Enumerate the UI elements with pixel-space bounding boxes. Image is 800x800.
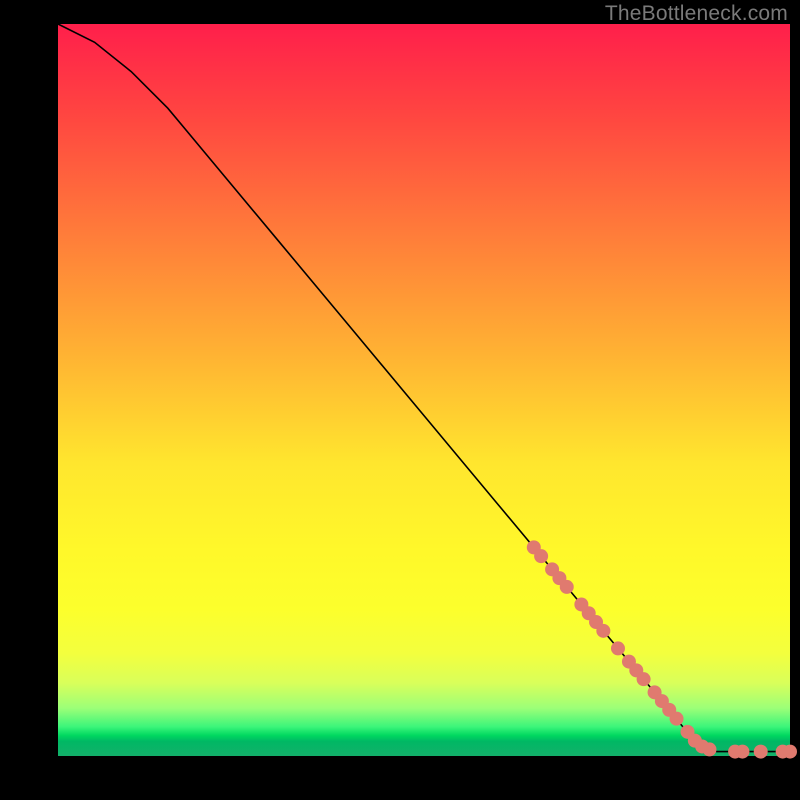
chart-frame: TheBottleneck.com — [0, 0, 800, 800]
chart-overlay — [58, 24, 790, 756]
data-marker — [754, 745, 768, 759]
data-marker — [560, 580, 574, 594]
data-marker — [735, 745, 749, 759]
bottleneck-curve — [58, 24, 790, 752]
data-marker — [611, 641, 625, 655]
data-marker — [702, 742, 716, 756]
data-marker — [783, 745, 797, 759]
marker-group — [527, 540, 797, 758]
data-marker — [670, 712, 684, 726]
data-marker — [534, 549, 548, 563]
data-marker — [596, 624, 610, 638]
data-marker — [637, 672, 651, 686]
plot-area — [58, 24, 790, 756]
watermark-label: TheBottleneck.com — [605, 2, 788, 26]
